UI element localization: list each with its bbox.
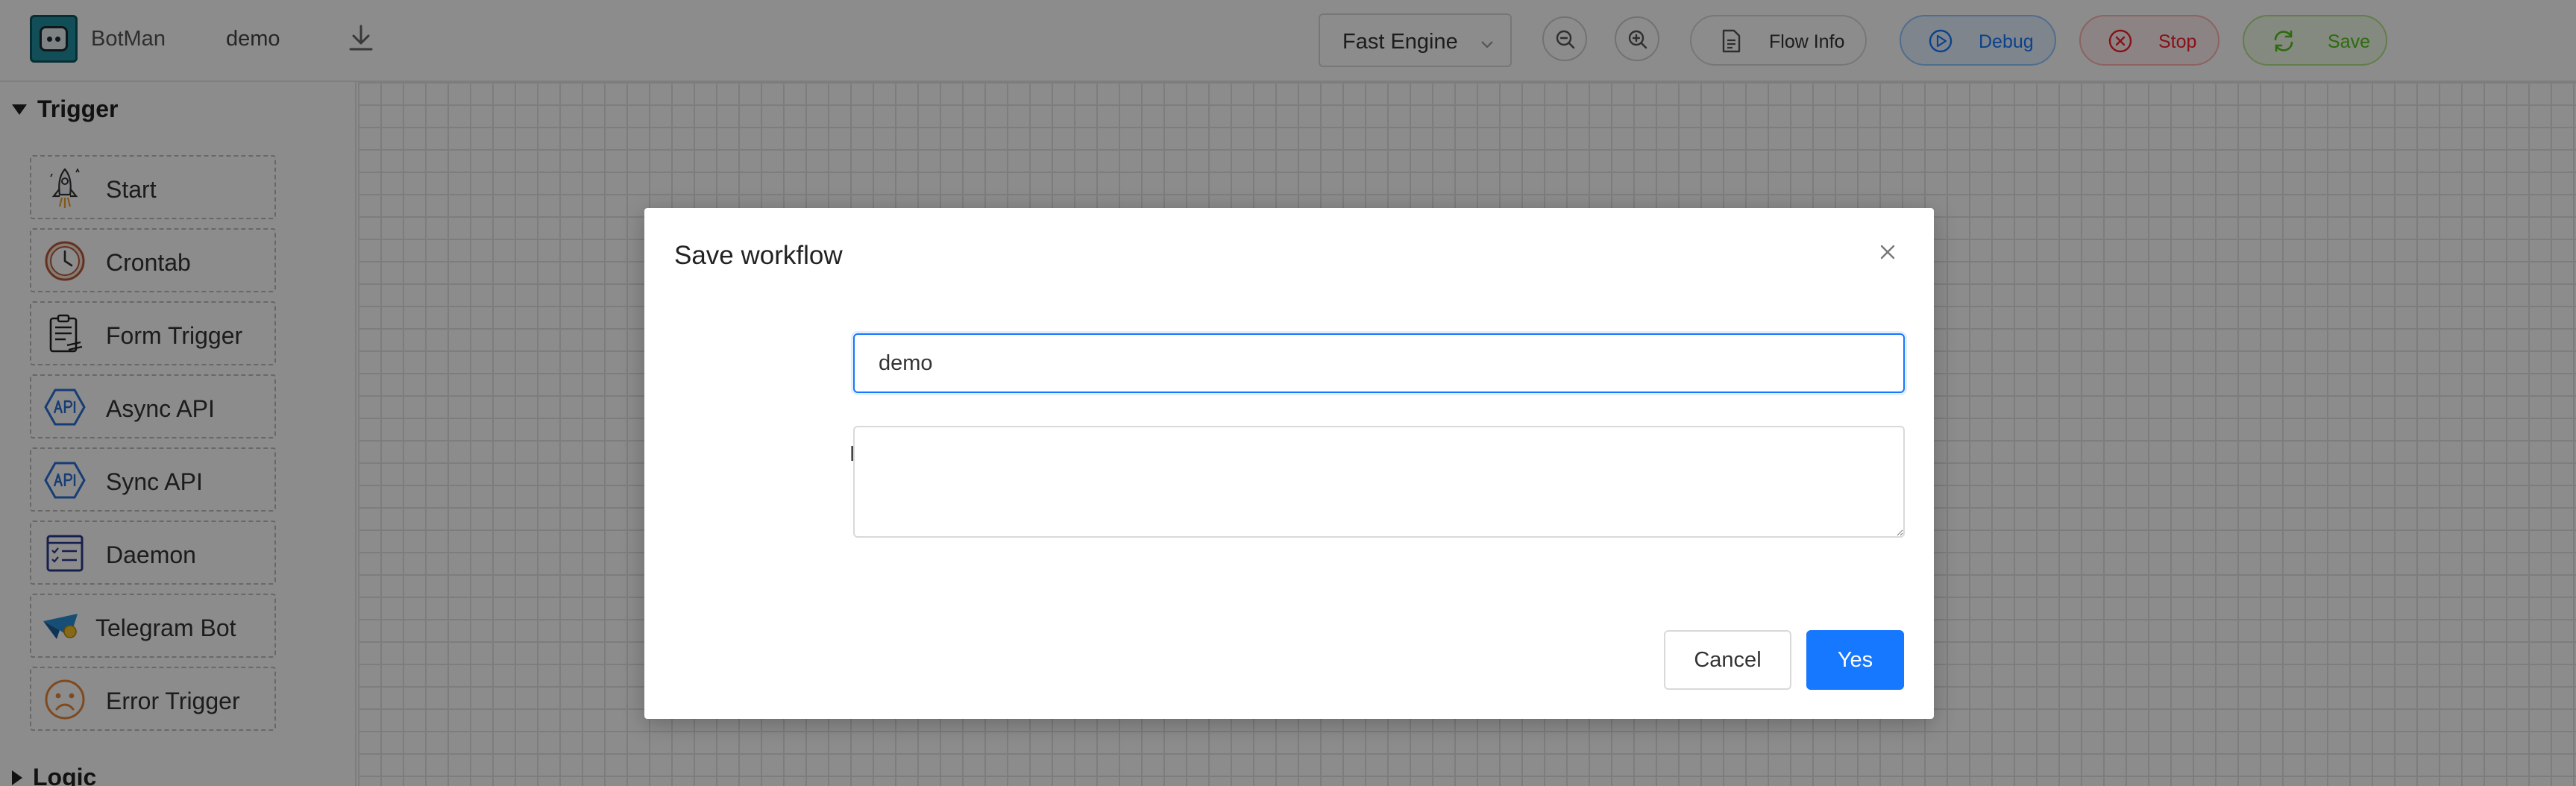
yes-button[interactable]: Yes [1806,630,1904,690]
description-input[interactable] [853,426,1905,538]
close-icon[interactable] [1875,239,1900,265]
save-workflow-dialog: Save workflow Name Description Cancel Ye… [644,208,1934,719]
cancel-button[interactable]: Cancel [1664,630,1791,690]
dialog-title: Save workflow [674,241,843,270]
name-input[interactable] [853,333,1905,393]
